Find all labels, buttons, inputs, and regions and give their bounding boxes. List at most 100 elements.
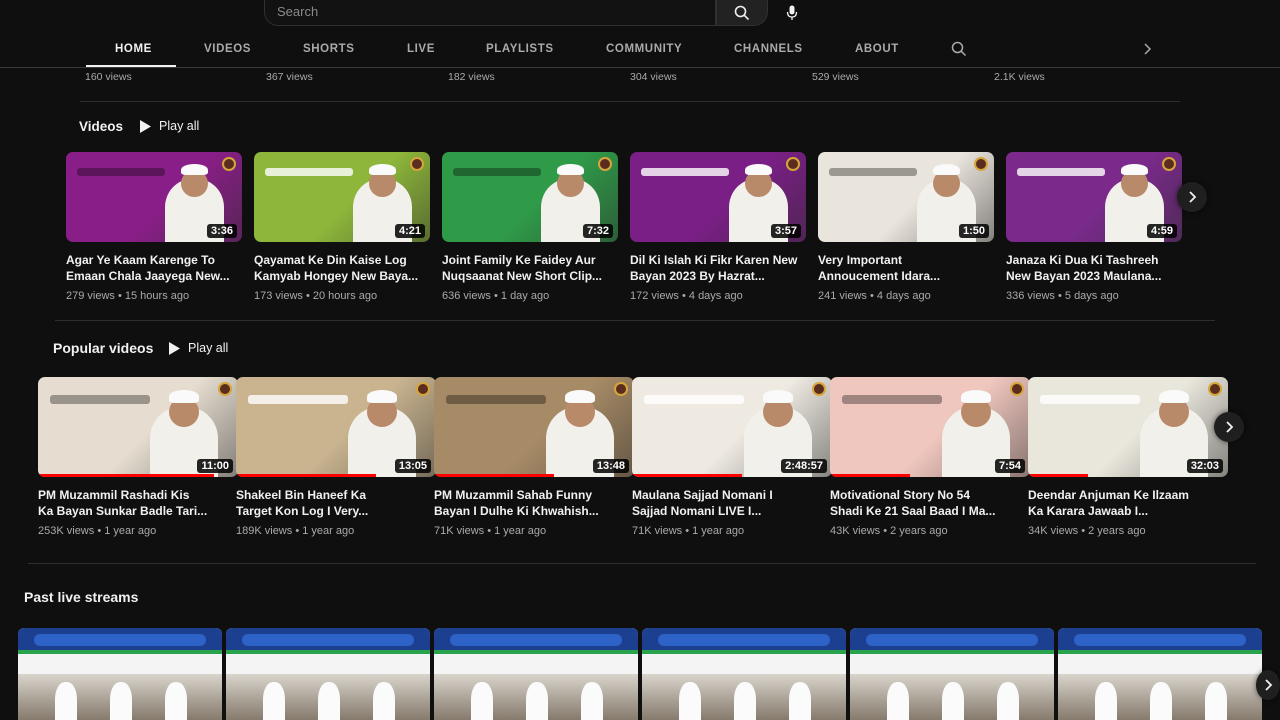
video-card[interactable]: 4:59 Janaza Ki Dua Ki Tashreeh New Bayan … (1006, 152, 1182, 302)
metadata-separator: • (94, 525, 105, 537)
video-card[interactable]: 32:03 Deendar Anjuman Ke Ilzaam Ka Karara… (1028, 377, 1228, 537)
video-card[interactable]: 7:54 Motivational Story No 54 Shadi Ke 21… (830, 377, 1030, 537)
tab-community[interactable]: COMMUNITY (606, 43, 682, 55)
previous-row-views: 304 views (630, 71, 677, 83)
video-thumbnail[interactable]: 4:21 (254, 152, 430, 242)
live-stream-thumbnail[interactable] (434, 628, 638, 720)
video-card[interactable]: 7:32 Joint Family Ke Faidey Aur Nuqsaanat… (442, 152, 618, 302)
thumbnail-speaker-cap (169, 390, 199, 403)
video-card[interactable]: 1:50 Very Important Annoucement Idara... 2… (818, 152, 994, 302)
chevron-right-icon (1189, 191, 1197, 203)
video-views: 241 views (818, 290, 867, 302)
video-title[interactable]: Shakeel Bin Haneef Ka Target Kon Log I V… (236, 487, 436, 519)
video-duration: 4:21 (394, 224, 425, 238)
video-thumbnail[interactable]: 11:00 (38, 377, 238, 477)
video-title[interactable]: Qayamat Ke Din Kaise Log Kamyab Hongey N… (254, 252, 430, 284)
channel-logo-icon (974, 157, 988, 171)
play-icon (140, 119, 151, 133)
play-all-label: Play all (159, 119, 200, 133)
tabs-next-button[interactable] (1141, 42, 1153, 61)
metadata-separator: • (292, 525, 303, 537)
video-thumbnail[interactable]: 7:32 (442, 152, 618, 242)
video-title[interactable]: PM Muzammil Rashadi Kis Ka Bayan Sunkar … (38, 487, 238, 519)
video-metadata: 173 views • 20 hours ago (254, 290, 430, 302)
video-thumbnail[interactable]: 13:48 (434, 377, 634, 477)
metadata-separator: • (484, 525, 495, 537)
popular-row-next-button[interactable] (1214, 412, 1244, 442)
live-thumbnail-accent-line (18, 650, 222, 654)
tab-live[interactable]: LIVE (407, 43, 435, 55)
tab-about[interactable]: ABOUT (855, 43, 899, 55)
metadata-separator: • (682, 525, 693, 537)
video-thumbnail[interactable]: 4:59 (1006, 152, 1182, 242)
live-thumbnail-speaker (1094, 682, 1117, 720)
channel-logo-icon (812, 382, 826, 396)
live-row-next-button[interactable] (1256, 670, 1280, 700)
video-card[interactable]: 2:48:57 Maulana Sajjad Nomani I Sajjad No… (632, 377, 832, 537)
video-title[interactable]: Agar Ye Kaam Karenge To Emaan Chala Jaay… (66, 252, 242, 284)
live-thumbnail-accent-line (434, 650, 638, 654)
video-thumbnail[interactable]: 32:03 (1028, 377, 1228, 477)
video-card[interactable]: 13:05 Shakeel Bin Haneef Ka Target Kon Lo… (236, 377, 436, 537)
channel-logo-icon (786, 157, 800, 171)
live-stream-thumbnail[interactable] (1058, 628, 1262, 720)
tab-home[interactable]: HOME (115, 43, 152, 55)
video-title[interactable]: Joint Family Ke Faidey Aur Nuqsaanat New… (442, 252, 618, 284)
live-thumbnail-speaker (941, 682, 964, 720)
metadata-separator: • (880, 525, 891, 537)
tab-playlists[interactable]: PLAYLISTS (486, 43, 554, 55)
play-all-videos-button[interactable]: Play all (140, 119, 199, 133)
video-card[interactable]: 13:48 PM Muzammil Sahab Funny Bayan I Dul… (434, 377, 634, 537)
video-card[interactable]: 11:00 PM Muzammil Rashadi Kis Ka Bayan Su… (38, 377, 238, 537)
live-thumbnail-speaker (733, 682, 756, 720)
channel-logo-icon (416, 382, 430, 396)
video-thumbnail[interactable]: 3:36 (66, 152, 242, 242)
channel-search-button[interactable] (951, 41, 967, 62)
tab-videos[interactable]: VIDEOS (204, 43, 251, 55)
section-title-videos: Videos (79, 119, 124, 134)
video-duration: 11:00 (197, 459, 233, 473)
channel-logo-icon (222, 157, 236, 171)
video-thumbnail[interactable]: 1:50 (818, 152, 994, 242)
play-all-popular-button[interactable]: Play all (169, 341, 228, 355)
previous-row-views: 529 views (812, 71, 859, 83)
live-stream-thumbnail[interactable] (18, 628, 222, 720)
video-thumbnail[interactable]: 13:05 (236, 377, 436, 477)
tab-channels[interactable]: CHANNELS (734, 43, 803, 55)
video-title[interactable]: Very Important Annoucement Idara... (818, 252, 994, 284)
microphone-icon (786, 5, 798, 20)
video-metadata: 43K views • 2 years ago (830, 525, 1030, 537)
video-card[interactable]: 3:36 Agar Ye Kaam Karenge To Emaan Chala … (66, 152, 242, 302)
videos-row-next-button[interactable] (1177, 182, 1207, 212)
search-input[interactable]: Search (264, 0, 716, 26)
video-thumbnail[interactable]: 3:57 (630, 152, 806, 242)
search-button[interactable] (716, 0, 768, 26)
video-card[interactable]: 3:57 Dil Ki Islah Ki Fikr Karen New Bayan… (630, 152, 806, 302)
video-title[interactable]: Dil Ki Islah Ki Fikr Karen New Bayan 202… (630, 252, 806, 284)
thumbnail-caption-band (842, 395, 942, 404)
video-title[interactable]: Maulana Sajjad Nomani I Sajjad Nomani LI… (632, 487, 832, 519)
live-stream-thumbnail[interactable] (226, 628, 430, 720)
video-thumbnail[interactable]: 2:48:57 (632, 377, 832, 477)
live-thumbnail-accent-line (850, 650, 1054, 654)
tab-shorts[interactable]: SHORTS (303, 43, 355, 55)
video-title[interactable]: Motivational Story No 54 Shadi Ke 21 Saa… (830, 487, 1030, 519)
live-stream-thumbnail[interactable] (850, 628, 1054, 720)
video-thumbnail[interactable]: 7:54 (830, 377, 1030, 477)
video-duration: 13:48 (592, 459, 629, 473)
watch-progress-bar (632, 474, 742, 477)
video-card[interactable]: 4:21 Qayamat Ke Din Kaise Log Kamyab Hong… (254, 152, 430, 302)
video-title[interactable]: Janaza Ki Dua Ki Tashreeh New Bayan 2023… (1006, 252, 1182, 284)
video-views: 189K views (236, 525, 293, 537)
live-stream-thumbnail[interactable] (642, 628, 846, 720)
watch-progress-bar (38, 474, 214, 477)
video-title[interactable]: Deendar Anjuman Ke Ilzaam Ka Karara Jawa… (1028, 487, 1228, 519)
video-title[interactable]: PM Muzammil Sahab Funny Bayan I Dulhe Ki… (434, 487, 634, 519)
play-icon (169, 341, 180, 355)
previous-row-views: 2.1K views (994, 71, 1045, 83)
video-age: 4 days ago (688, 290, 743, 302)
chevron-right-icon (1226, 421, 1234, 433)
chevron-right-icon (1144, 43, 1152, 55)
video-metadata: 34K views • 2 years ago (1028, 525, 1228, 537)
voice-search-button[interactable] (778, 0, 806, 26)
